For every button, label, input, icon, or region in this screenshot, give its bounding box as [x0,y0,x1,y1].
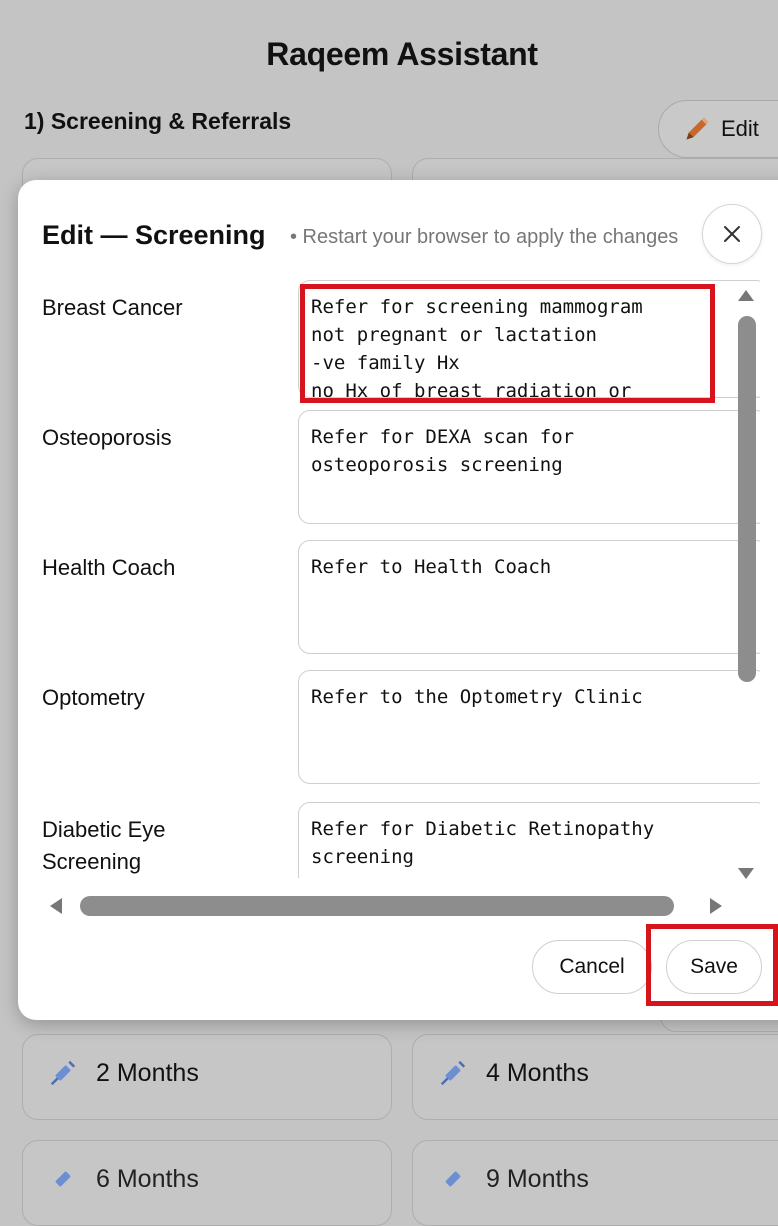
vaccine-label: 2 Months [96,1058,199,1087]
pencil-icon [686,117,709,140]
edit-button-label: Edit [721,116,759,141]
scroll-left-arrow[interactable] [50,898,62,914]
diabetic-eye-screening-textarea[interactable]: Refer for Diabetic Retinopathy screening [298,802,760,878]
field-label-breast-cancer: Breast Cancer [42,295,183,320]
syringe-icon [440,1060,466,1086]
field-label-osteoporosis: Osteoporosis [42,425,172,450]
vaccine-item-4-months: 4 Months [438,1058,589,1088]
scroll-right-arrow[interactable] [710,898,722,914]
restart-hint: • Restart your browser to apply the chan… [290,226,679,248]
close-icon [724,226,740,242]
edit-screening-modal: Edit — Screening • Restart your browser … [18,180,778,1020]
health-coach-textarea[interactable]: Refer to Health Coach [298,540,760,654]
syringe-icon [50,1060,76,1086]
scroll-down-arrow[interactable] [738,868,754,879]
field-label-diabetic-eye-screening: Diabetic Eye Screening [42,817,166,874]
syringe-icon [445,1171,461,1187]
syringe-icon [55,1171,71,1187]
highlight-breast-cancer-field [300,284,715,403]
horizontal-scrollbar-thumb[interactable] [80,896,674,916]
scroll-up-arrow[interactable] [738,290,754,301]
optometry-textarea[interactable]: Refer to the Optometry Clinic [298,670,760,784]
highlight-save-button [646,924,778,1006]
app-title: Raqeem Assistant [266,36,538,72]
close-button[interactable] [702,204,762,264]
vaccine-label: 4 Months [486,1058,589,1087]
section-title: 1) Screening & Referrals [24,108,292,134]
cancel-button[interactable]: Cancel [532,940,652,994]
vaccine-item-6-months: 6 Months [48,1164,199,1194]
modal-title: Edit — Screening [42,220,266,250]
osteoporosis-textarea[interactable]: Refer for DEXA scan for osteoporosis scr… [298,410,760,524]
field-label-optometry: Optometry [42,685,145,710]
edit-button[interactable]: Edit [658,100,778,158]
vertical-scrollbar-thumb[interactable] [738,316,756,682]
vaccine-item-9-months: 9 Months [438,1164,589,1194]
vaccine-label: 9 Months [486,1164,589,1193]
vaccine-label: 6 Months [96,1164,199,1193]
field-label-health-coach: Health Coach [42,555,176,580]
vaccine-item-2-months: 2 Months [48,1058,199,1088]
